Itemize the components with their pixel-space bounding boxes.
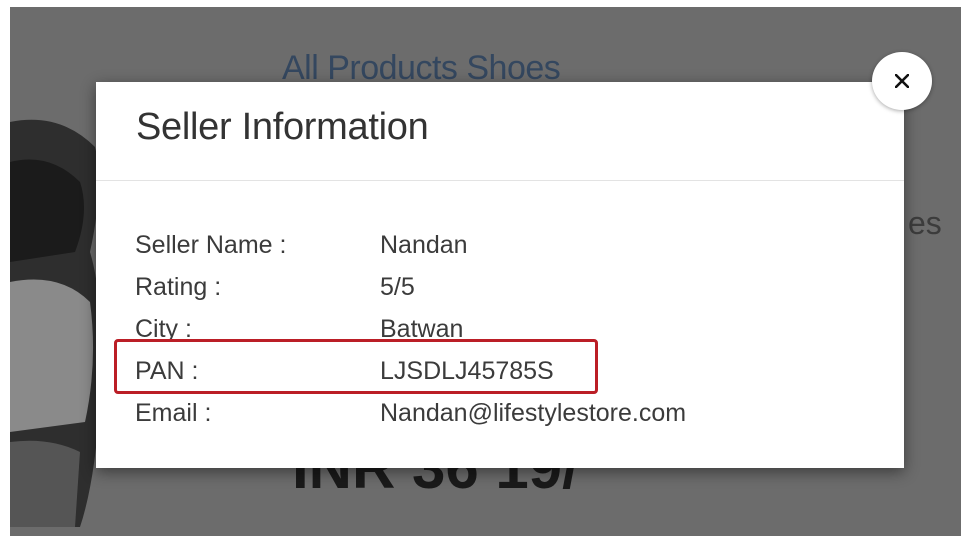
- shoe-image: [10, 119, 102, 527]
- modal-header: Seller Information: [96, 82, 904, 181]
- seller-name-label: Seller Name :: [135, 231, 287, 259]
- rating-label: Rating :: [135, 273, 222, 301]
- seller-name-value: Nandan: [380, 231, 468, 259]
- pan-highlight-box: [114, 339, 598, 394]
- seller-name-row: Seller Name : Nandan: [135, 223, 855, 265]
- rating-value: 5/5: [380, 273, 415, 301]
- close-icon: [895, 74, 909, 88]
- email-label: Email :: [135, 399, 212, 427]
- email-value: Nandan@lifestylestore.com: [380, 399, 687, 427]
- rating-row: Rating : 5/5: [135, 265, 855, 307]
- close-button[interactable]: [872, 52, 932, 110]
- seller-info-modal: Seller Information Seller Name : Nandan …: [96, 82, 904, 468]
- email-row: Email : Nandan@lifestylestore.com: [135, 391, 855, 433]
- background-product-text: es: [908, 205, 942, 241]
- modal-title: Seller Information: [136, 106, 429, 148]
